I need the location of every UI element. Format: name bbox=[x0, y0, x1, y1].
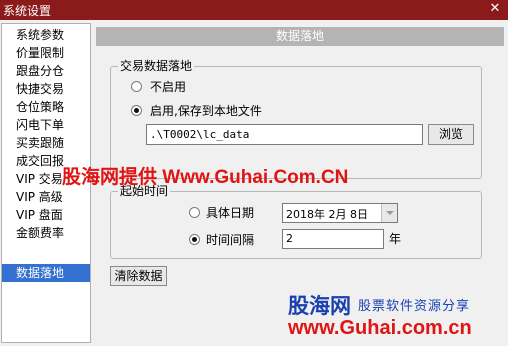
radio-enable-save-local[interactable] bbox=[131, 105, 142, 116]
close-icon[interactable]: ✕ bbox=[488, 1, 502, 17]
data-path-input[interactable]: .\T0002\lc_data bbox=[146, 124, 423, 145]
nav-item-flash-order[interactable]: 闪电下单 bbox=[2, 116, 90, 134]
radio-specific-date-label: 具体日期 bbox=[206, 206, 255, 220]
site-logo: 股海网 股票软件资源分享 www.Guhai.com.cn bbox=[288, 290, 504, 342]
clear-data-button[interactable]: 清除数据 bbox=[110, 266, 167, 286]
radio-enable-label: 启用,保存到本地文件 bbox=[150, 104, 262, 118]
logo-brand: 股海网 bbox=[288, 295, 351, 318]
window-title: 系统设置 bbox=[3, 4, 52, 18]
trade-data-legend: 交易数据落地 bbox=[118, 59, 195, 73]
browse-button[interactable]: 浏览 bbox=[428, 124, 474, 145]
interval-unit: 年 bbox=[389, 232, 402, 246]
nav-item-position-policy[interactable]: 仓位策略 bbox=[2, 98, 90, 116]
nav-item-system-params[interactable]: 系统参数 bbox=[2, 26, 90, 44]
nav-item-data-export[interactable]: 数据落地 bbox=[2, 264, 90, 282]
logo-url: www.Guhai.com.cn bbox=[288, 317, 472, 339]
title-bar: 系统设置 ✕ bbox=[0, 0, 508, 20]
radio-time-interval-label: 时间间隔 bbox=[206, 233, 255, 247]
nav-item-follow-trade[interactable]: 买卖跟随 bbox=[2, 134, 90, 152]
date-picker[interactable]: 2018年 2月 8日 bbox=[282, 203, 398, 223]
chevron-down-icon[interactable] bbox=[381, 204, 397, 222]
nav-item-vip-advanced[interactable]: VIP 高级 bbox=[2, 188, 90, 206]
nav-item-price-limit[interactable]: 价量限制 bbox=[2, 44, 90, 62]
logo-slogan: 股票软件资源分享 bbox=[358, 299, 471, 314]
watermark-banner: 股海网提供 Www.Guhai.Com.CN bbox=[62, 167, 349, 188]
nav-item-quick-trade[interactable]: 快捷交易 bbox=[2, 80, 90, 98]
panel-title: 数据落地 bbox=[96, 27, 504, 46]
nav-item-vip-board[interactable]: VIP 盘面 bbox=[2, 206, 90, 224]
radio-time-interval[interactable] bbox=[189, 234, 200, 245]
interval-input[interactable]: 2 bbox=[282, 229, 384, 249]
nav-item-position-split[interactable]: 跟盘分仓 bbox=[2, 62, 90, 80]
radio-disable[interactable] bbox=[131, 81, 142, 92]
date-value: 2018年 2月 8日 bbox=[286, 208, 368, 221]
radio-specific-date[interactable] bbox=[189, 207, 200, 218]
radio-disable-label: 不启用 bbox=[150, 80, 187, 94]
nav-item-fee-rate[interactable]: 金额费率 bbox=[2, 224, 90, 242]
